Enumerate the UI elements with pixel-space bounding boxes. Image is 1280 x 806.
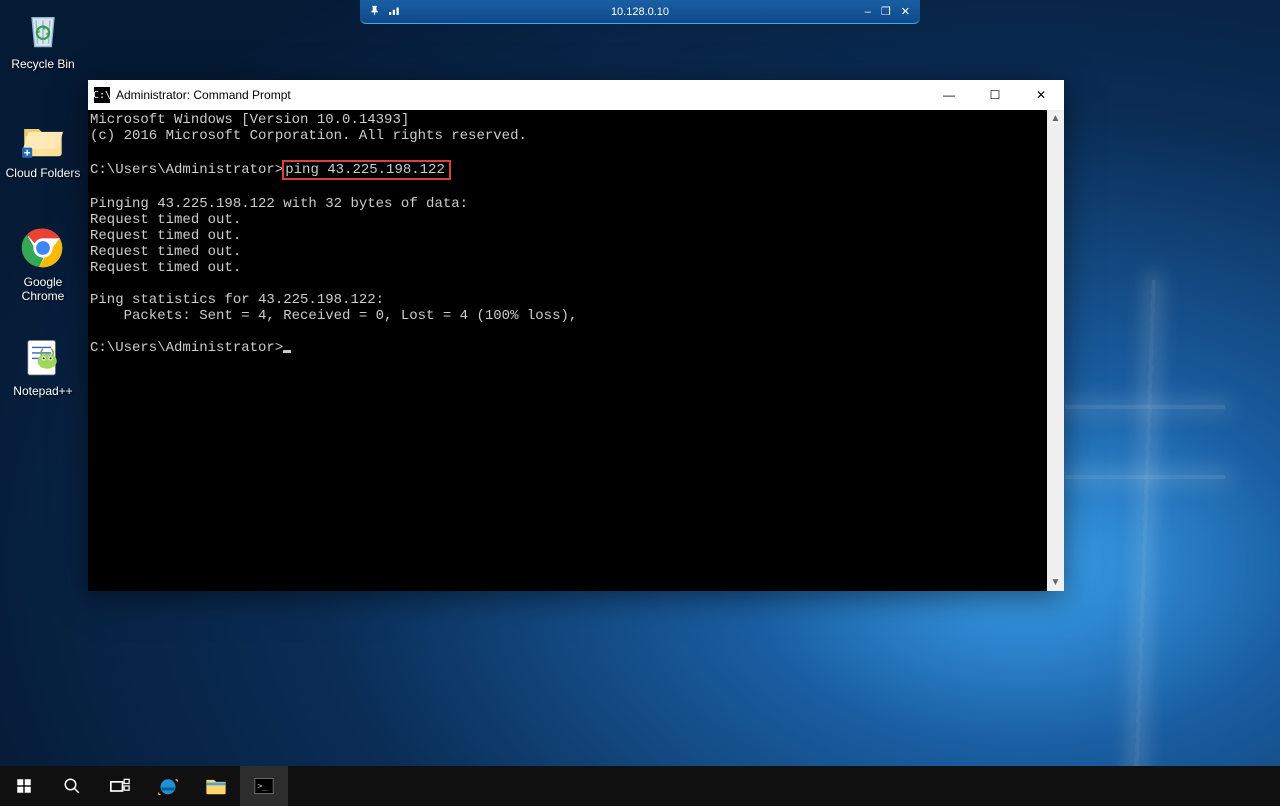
cmd-icon: C:\	[94, 87, 110, 103]
taskbar-explorer-button[interactable]	[192, 766, 240, 806]
terminal-line: Ping statistics for 43.225.198.122:	[90, 292, 384, 308]
command-prompt-window[interactable]: C:\ Administrator: Command Prompt — ☐ ✕ …	[88, 80, 1064, 591]
folder-icon	[19, 115, 67, 163]
light-beam	[1134, 280, 1155, 780]
search-button[interactable]	[48, 766, 96, 806]
scroll-down-button[interactable]: ▼	[1047, 574, 1064, 591]
window-title: Administrator: Command Prompt	[116, 88, 291, 102]
scroll-up-button[interactable]: ▲	[1047, 110, 1064, 127]
desktop-icon-google-chrome[interactable]: Google Chrome	[4, 224, 82, 303]
scroll-track[interactable]	[1047, 127, 1064, 574]
recycle-bin-icon	[19, 6, 67, 54]
light-beam	[1065, 405, 1225, 409]
terminal-line: Packets: Sent = 4, Received = 0, Lost = …	[90, 308, 577, 324]
terminal-line: Request timed out.	[90, 212, 241, 228]
desktop-icon-cloud-folders[interactable]: Cloud Folders	[4, 115, 82, 180]
window-titlebar[interactable]: C:\ Administrator: Command Prompt — ☐ ✕	[88, 80, 1064, 110]
taskbar-ie-button[interactable]	[144, 766, 192, 806]
desktop-icon-recycle-bin[interactable]: Recycle Bin	[4, 6, 82, 71]
session-restore-button[interactable]: ❐	[881, 5, 891, 18]
window-close-button[interactable]: ✕	[1018, 80, 1064, 110]
pin-icon[interactable]	[370, 5, 381, 19]
terminal-output[interactable]: Microsoft Windows [Version 10.0.14393] (…	[88, 110, 1064, 591]
terminal-prompt: C:\Users\Administrator>	[90, 162, 283, 178]
terminal-prompt: C:\Users\Administrator>	[90, 340, 283, 356]
terminal-line: Request timed out.	[90, 260, 241, 276]
desktop-icon-label: Cloud Folders	[4, 166, 82, 180]
svg-text:>_: >_	[257, 781, 268, 791]
terminal-line: Request timed out.	[90, 228, 241, 244]
window-maximize-button[interactable]: ☐	[972, 80, 1018, 110]
window-minimize-button[interactable]: —	[926, 80, 972, 110]
start-button[interactable]	[0, 766, 48, 806]
session-ip: 10.128.0.10	[611, 6, 669, 18]
taskview-button[interactable]	[96, 766, 144, 806]
desktop-icon-notepadpp[interactable]: Notepad++	[4, 333, 82, 398]
remote-session-bar[interactable]: 10.128.0.10 – ❐ ✕	[360, 0, 920, 24]
session-close-button[interactable]: ✕	[901, 5, 910, 18]
terminal-line: Microsoft Windows [Version 10.0.14393]	[90, 112, 409, 128]
signal-icon	[389, 5, 401, 19]
taskbar[interactable]: >_	[0, 766, 1280, 806]
desktop-icon-label: Notepad++	[4, 384, 82, 398]
terminal-cursor	[283, 350, 291, 353]
terminal-scrollbar[interactable]: ▲ ▼	[1047, 110, 1064, 591]
terminal-line: (c) 2016 Microsoft Corporation. All righ…	[90, 128, 527, 144]
highlighted-command: ping 43.225.198.122	[282, 160, 451, 180]
chrome-icon	[19, 224, 67, 272]
taskbar-cmd-button[interactable]: >_	[240, 766, 288, 806]
desktop-icon-label: Recycle Bin	[4, 57, 82, 71]
notepadpp-icon	[19, 333, 67, 381]
desktop-icon-label: Google Chrome	[4, 275, 82, 303]
session-minimize-button[interactable]: –	[865, 6, 871, 18]
terminal-line: Request timed out.	[90, 244, 241, 260]
light-beam	[1065, 475, 1225, 479]
terminal-line: Pinging 43.225.198.122 with 32 bytes of …	[90, 196, 468, 212]
